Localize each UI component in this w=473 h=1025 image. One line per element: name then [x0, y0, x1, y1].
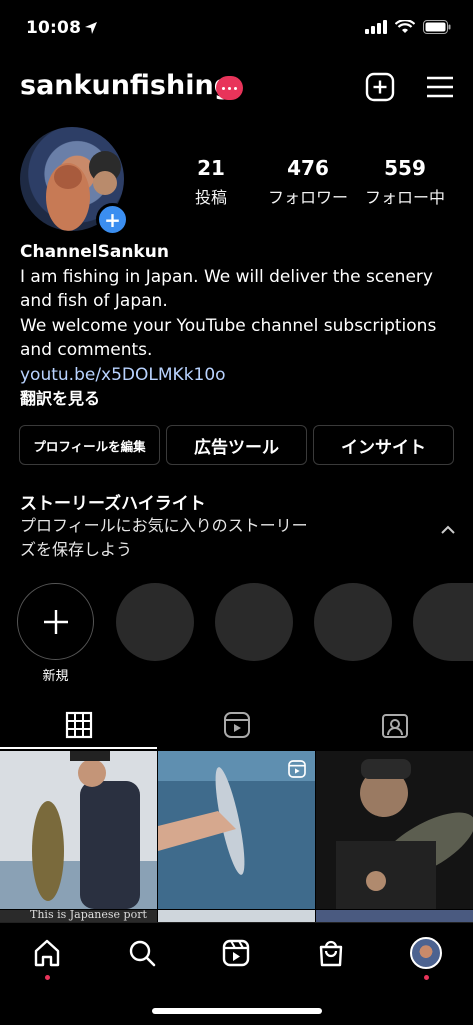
new-highlight-label: 新規: [42, 669, 69, 684]
bio-link[interactable]: youtu.be/x5DOLMKk10o: [20, 363, 460, 388]
post-thumbnail[interactable]: [0, 751, 157, 909]
stat-following-count: 559: [384, 156, 426, 180]
highlights-desc-line: プロフィールにお気に入りのストーリー: [20, 516, 308, 535]
profile-username[interactable]: sankunfishing: [20, 70, 233, 101]
battery-icon: [423, 20, 451, 34]
highlight-placeholder: [413, 583, 473, 661]
create-post-icon[interactable]: [365, 72, 395, 102]
add-story-plus-icon[interactable]: +: [96, 203, 129, 236]
bio-line: We welcome your YouTube channel subscrip…: [20, 315, 437, 336]
tagged-tab-icon[interactable]: [380, 710, 410, 740]
stat-posts-label: 投稿: [194, 188, 227, 207]
insights-button[interactable]: インサイト: [313, 425, 454, 465]
status-time: 10:08: [26, 18, 82, 38]
home-indicator: [152, 1008, 322, 1014]
new-highlight-button[interactable]: [17, 583, 94, 660]
ad-tools-button[interactable]: 広告ツール: [166, 425, 307, 465]
highlight-placeholder: [314, 583, 392, 661]
cellular-signal-icon: [365, 20, 387, 34]
bio-line: and comments.: [20, 340, 153, 360]
stat-following-label: フォロー中: [364, 188, 445, 207]
post-photo: [316, 751, 473, 909]
grid-tab-icon[interactable]: [64, 710, 94, 740]
profile-notification-dot: [424, 975, 429, 980]
see-translation-link[interactable]: 翻訳を見る: [20, 387, 460, 412]
post-photo: [0, 751, 157, 909]
stat-following[interactable]: 559 フォロー中: [355, 156, 455, 208]
highlights-description: プロフィールにお気に入りのストーリー ズを保存しよう: [20, 514, 360, 562]
bio-line: I am fishing in Japan. We will deliver t…: [20, 266, 433, 287]
stat-posts[interactable]: 21 投稿: [161, 156, 261, 208]
edit-profile-button[interactable]: プロフィールを編集: [19, 425, 160, 465]
reels-tab-icon[interactable]: [222, 710, 252, 740]
search-icon[interactable]: [127, 938, 157, 968]
display-name: ChannelSankun: [20, 242, 169, 262]
profile-bio: ChannelSankun I am fishing in Japan. We …: [20, 240, 460, 412]
active-tab-indicator: [0, 747, 157, 749]
home-notification-dot: [45, 975, 50, 980]
bio-line: and fish of Japan.: [20, 291, 168, 311]
more-badge-icon[interactable]: [216, 76, 243, 100]
profile-tab-avatar[interactable]: [410, 937, 442, 969]
status-indicators: [365, 20, 451, 34]
highlights-title: ストーリーズハイライト: [20, 494, 206, 514]
home-icon[interactable]: [32, 938, 62, 968]
menu-icon[interactable]: [425, 72, 455, 102]
stat-followers-label: フォロワー: [267, 188, 348, 207]
stat-followers[interactable]: 476 フォロワー: [258, 156, 358, 208]
post-thumbnail[interactable]: [316, 751, 473, 909]
post-caption-text: This is Japanese port fishing: [30, 910, 147, 922]
highlights-desc-line: ズを保存しよう: [20, 540, 133, 559]
chevron-up-icon[interactable]: [440, 524, 456, 536]
stat-posts-count: 21: [197, 156, 225, 180]
reels-icon[interactable]: [221, 938, 251, 968]
post-thumbnail[interactable]: [158, 751, 315, 909]
highlight-placeholder: [215, 583, 293, 661]
post-thumbnail[interactable]: [316, 910, 473, 922]
wifi-icon: [395, 20, 415, 33]
reel-badge-icon: [288, 760, 306, 778]
post-thumbnail[interactable]: This is Japanese port fishing: [0, 910, 157, 922]
plus-icon: [43, 609, 68, 634]
post-thumbnail[interactable]: [158, 910, 315, 922]
stat-followers-count: 476: [287, 156, 329, 180]
highlight-placeholder: [116, 583, 194, 661]
location-arrow-icon: [85, 22, 97, 34]
shop-icon[interactable]: [316, 938, 346, 968]
